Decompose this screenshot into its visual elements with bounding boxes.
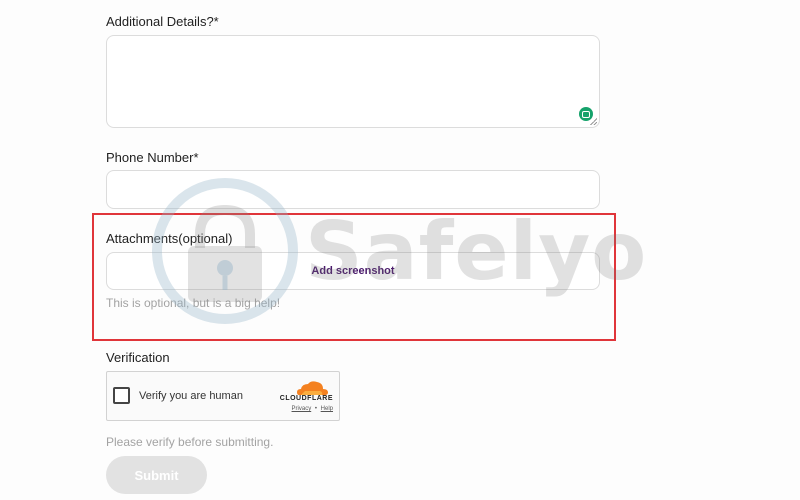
details-label: Additional Details?*: [106, 14, 219, 29]
link-separator: •: [314, 406, 317, 412]
cloudflare-cloud-icon: [297, 381, 328, 395]
phone-label: Phone Number*: [106, 150, 199, 165]
help-link[interactable]: Help: [321, 406, 333, 412]
cloudflare-brand: CLOUDFLARE: [279, 395, 333, 402]
highlight-box: [92, 213, 616, 341]
captcha-checkbox-label: Verify you are human: [139, 390, 243, 402]
verify-hint: Please verify before submitting.: [106, 435, 274, 449]
cloudflare-logo: CLOUDFLARE Privacy • Help: [273, 380, 333, 416]
cloudflare-links: Privacy • Help: [292, 406, 333, 412]
details-textarea[interactable]: [106, 35, 600, 128]
captcha-widget: Verify you are human CLOUDFLARE Privacy …: [106, 371, 340, 421]
phone-input[interactable]: [106, 170, 600, 209]
privacy-link[interactable]: Privacy: [292, 406, 312, 412]
verification-label: Verification: [106, 350, 170, 365]
captcha-checkbox[interactable]: [113, 387, 130, 404]
submit-button[interactable]: Submit: [106, 456, 207, 494]
resize-handle[interactable]: [590, 118, 597, 125]
